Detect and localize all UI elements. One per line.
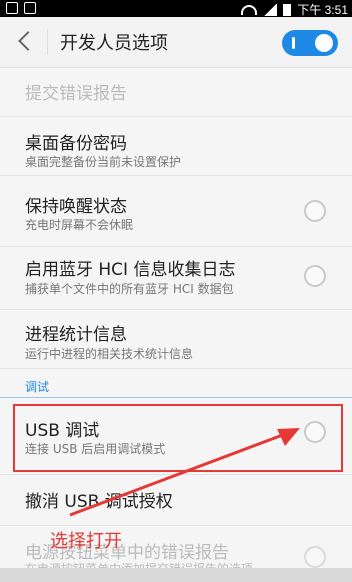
setting-title: 启用蓝牙 HCI 信息收集日志 [25,260,236,280]
setting-desktop-backup-password[interactable]: 桌面备份密码 桌面完整备份当前未设置保护 [0,117,352,176]
annotation-highlight-box [13,404,343,472]
wifi-icon [241,4,258,15]
status-bar: 下午 3:51 [0,0,352,17]
page-title: 开发人员选项 [60,33,168,54]
setting-stay-awake[interactable]: 保持唤醒状态 充电时屏幕不会休眠 [0,176,352,247]
toggle-on-mark [292,37,295,49]
setting-title: 撤消 USB 调试授权 [25,492,173,512]
toggle-knob [315,34,333,52]
divider [47,29,48,55]
clock: 下午 3:51 [297,3,348,17]
action-bar: 开发人员选项 [0,17,352,68]
notification-icon [6,2,18,14]
annotation-text: 选择打开 [50,531,122,552]
setting-subtitle: 桌面完整备份当前未设置保护 [25,155,182,169]
developer-options-toggle[interactable] [282,30,338,56]
setting-subtitle: 捕获单个文件中的所有蓝牙 HCI 数据包 [25,282,234,296]
setting-title: 保持唤醒状态 [25,197,127,217]
power-menu-bug-report-checkbox[interactable] [304,546,326,568]
stay-awake-checkbox[interactable] [304,200,326,222]
back-button[interactable] [12,27,40,55]
setting-bluetooth-hci-log[interactable]: 启用蓝牙 HCI 信息收集日志 捕获单个文件中的所有蓝牙 HCI 数据包 [0,247,352,310]
setting-subtitle: 运行中进程的相关技术统计信息 [25,347,194,361]
setting-title: 桌面备份密码 [25,134,127,154]
setting-title: 提交错误报告 [25,84,127,104]
setting-subtitle: 充电时屏幕不会休眠 [25,218,134,232]
notification-icons [6,2,36,14]
nav-bar-edge [0,568,352,582]
section-header-debugging: 调试 [25,380,50,394]
bluetooth-hci-checkbox[interactable] [304,265,326,287]
battery-icon [283,3,292,16]
signal-icon [263,3,278,16]
system-icons: 下午 3:51 [241,1,348,18]
image-icon [24,2,36,14]
setting-process-stats[interactable]: 进程统计信息 运行中进程的相关技术统计信息 [0,310,352,369]
setting-revoke-usb-auth[interactable]: 撤消 USB 调试授权 [0,475,352,526]
setting-title: 进程统计信息 [25,325,127,345]
setting-submit-bug-report[interactable]: 提交错误报告 [0,68,352,117]
